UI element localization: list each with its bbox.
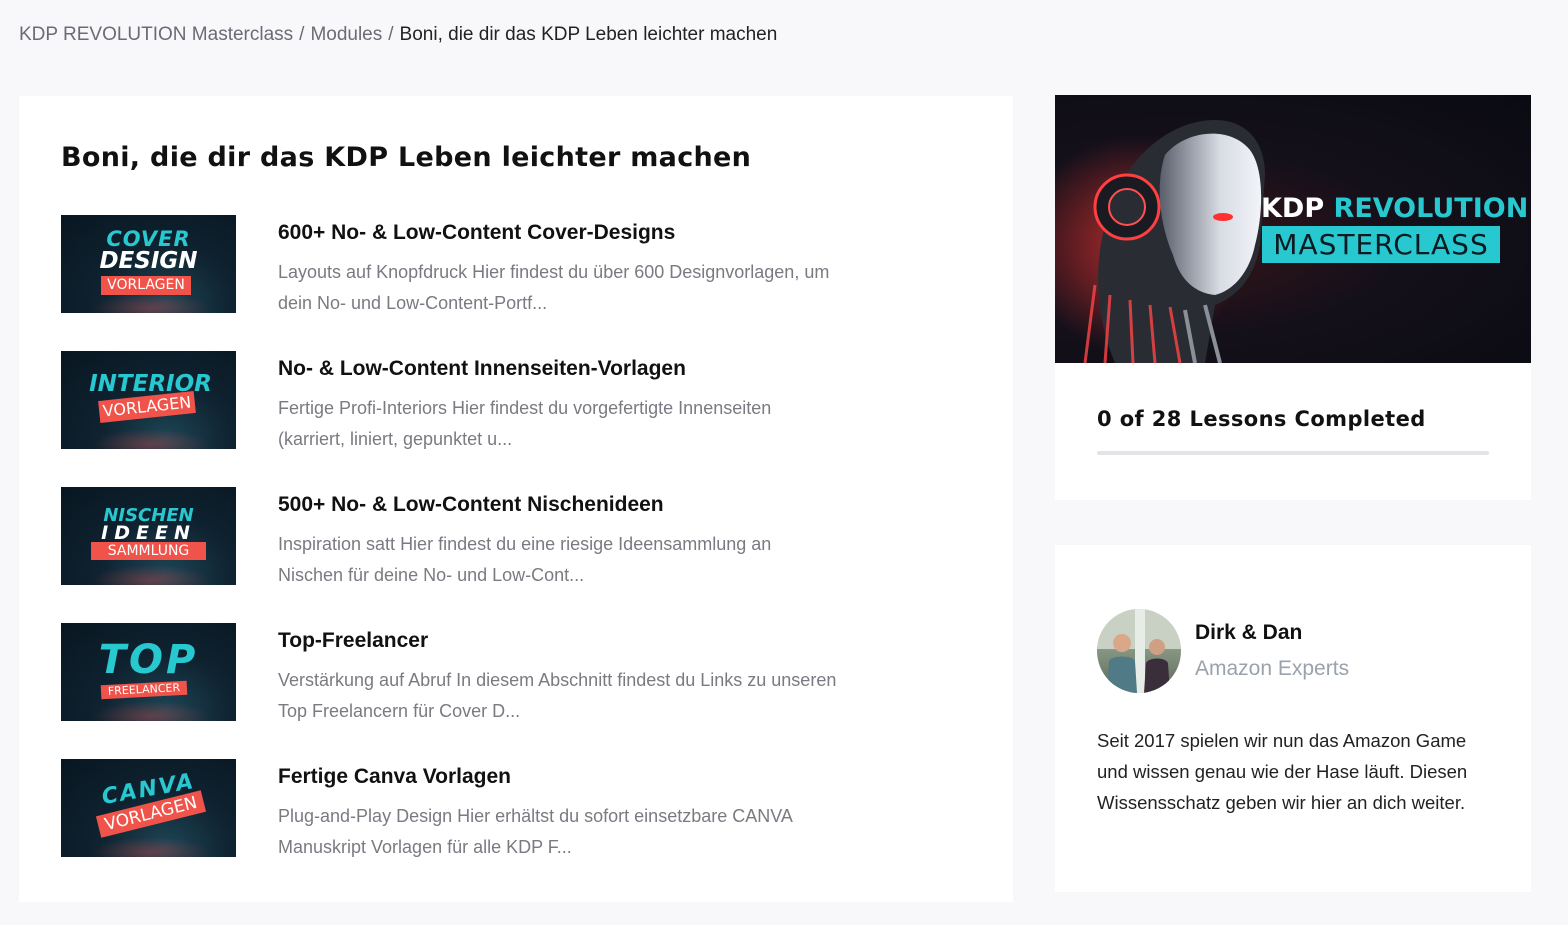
breadcrumb-separator: /	[299, 24, 305, 45]
hero-word: KDP	[1261, 193, 1325, 224]
progress-bar	[1097, 451, 1489, 455]
thumb-text: TOP	[98, 637, 199, 683]
thumb-text: INTERIOR	[89, 371, 212, 397]
progress-label: 0 of 28 Lessons Completed	[1097, 407, 1426, 431]
lesson-item[interactable]: INTERIOR VORLAGEN No- & Low-Content Inne…	[61, 351, 861, 451]
module-title: Boni, die dir das KDP Leben leichter mac…	[61, 142, 752, 173]
lesson-title[interactable]: 600+ No- & Low-Content Cover-Designs	[278, 221, 675, 245]
lesson-title[interactable]: 500+ No- & Low-Content Nischenideen	[278, 493, 664, 517]
lesson-item[interactable]: CANVA VORLAGEN Fertige Canva Vorlagen Pl…	[61, 759, 861, 859]
lesson-title[interactable]: No- & Low-Content Innenseiten-Vorlagen	[278, 357, 686, 381]
lesson-thumbnail[interactable]: INTERIOR VORLAGEN	[61, 351, 236, 449]
breadcrumb: KDP REVOLUTION Masterclass / Modules / Boni,…	[19, 24, 777, 46]
course-progress-card: KDP REVOLUTION MASTERCLASS 0 of 28 Lesso…	[1055, 95, 1531, 500]
author-card: Dirk & Dan Amazon Experts Seit 2017 spie…	[1055, 545, 1531, 892]
thumb-text: IDEEN	[101, 522, 196, 544]
lesson-item[interactable]: NISCHEN IDEEN SAMMLUNG 500+ No- & Low-Co…	[61, 487, 861, 587]
lesson-title[interactable]: Top-Freelancer	[278, 629, 428, 653]
lesson-item[interactable]: COVER DESIGN VORLAGEN 600+ No- & Low-Con…	[61, 215, 861, 315]
lesson-thumbnail[interactable]: NISCHEN IDEEN SAMMLUNG	[61, 487, 236, 585]
thumb-tag: VORLAGEN	[101, 276, 191, 295]
author-name: Dirk & Dan	[1195, 621, 1303, 644]
breadcrumb-current: Boni, die dir das KDP Leben leichter mac…	[399, 24, 778, 45]
author-bio: Seit 2017 spielen wir nun das Amazon Gam…	[1097, 730, 1468, 813]
module-card: Boni, die dir das KDP Leben leichter mac…	[19, 96, 1013, 902]
lesson-title[interactable]: Fertige Canva Vorlagen	[278, 765, 511, 789]
lesson-thumbnail[interactable]: CANVA VORLAGEN	[61, 759, 236, 857]
lesson-description: Verstärkung auf Abruf In diesem Abschnit…	[278, 670, 837, 721]
author-avatar	[1097, 609, 1181, 693]
thumb-text: DESIGN	[99, 248, 198, 274]
breadcrumb-modules-link[interactable]: Modules	[310, 24, 382, 45]
hero-subtitle: MASTERCLASS	[1262, 226, 1500, 263]
lesson-description: Inspiration satt Hier findest du eine ri…	[278, 534, 772, 585]
breadcrumb-course-link[interactable]: KDP REVOLUTION Masterclass	[19, 24, 293, 45]
lesson-thumbnail[interactable]: TOP FREELANCER	[61, 623, 236, 721]
thumb-tag: SAMMLUNG	[91, 542, 206, 560]
lesson-item[interactable]: TOP FREELANCER Top-Freelancer Verstärkun…	[61, 623, 861, 723]
thumb-tag: FREELANCER	[100, 680, 188, 700]
hero-word: REVOLUTION	[1333, 193, 1529, 224]
author-role: Amazon Experts	[1195, 657, 1350, 680]
lesson-thumbnail[interactable]: COVER DESIGN VORLAGEN	[61, 215, 236, 313]
lesson-description: Fertige Profi-Interiors Hier findest du …	[278, 398, 772, 449]
lesson-description: Layouts auf Knopfdruck Hier findest du ü…	[278, 262, 830, 313]
breadcrumb-separator: /	[388, 24, 394, 45]
lesson-description: Plug-and-Play Design Hier erhältst du so…	[278, 806, 792, 857]
hero-title: KDP REVOLUTION	[1261, 193, 1528, 224]
course-hero-image: KDP REVOLUTION MASTERCLASS	[1055, 95, 1531, 363]
